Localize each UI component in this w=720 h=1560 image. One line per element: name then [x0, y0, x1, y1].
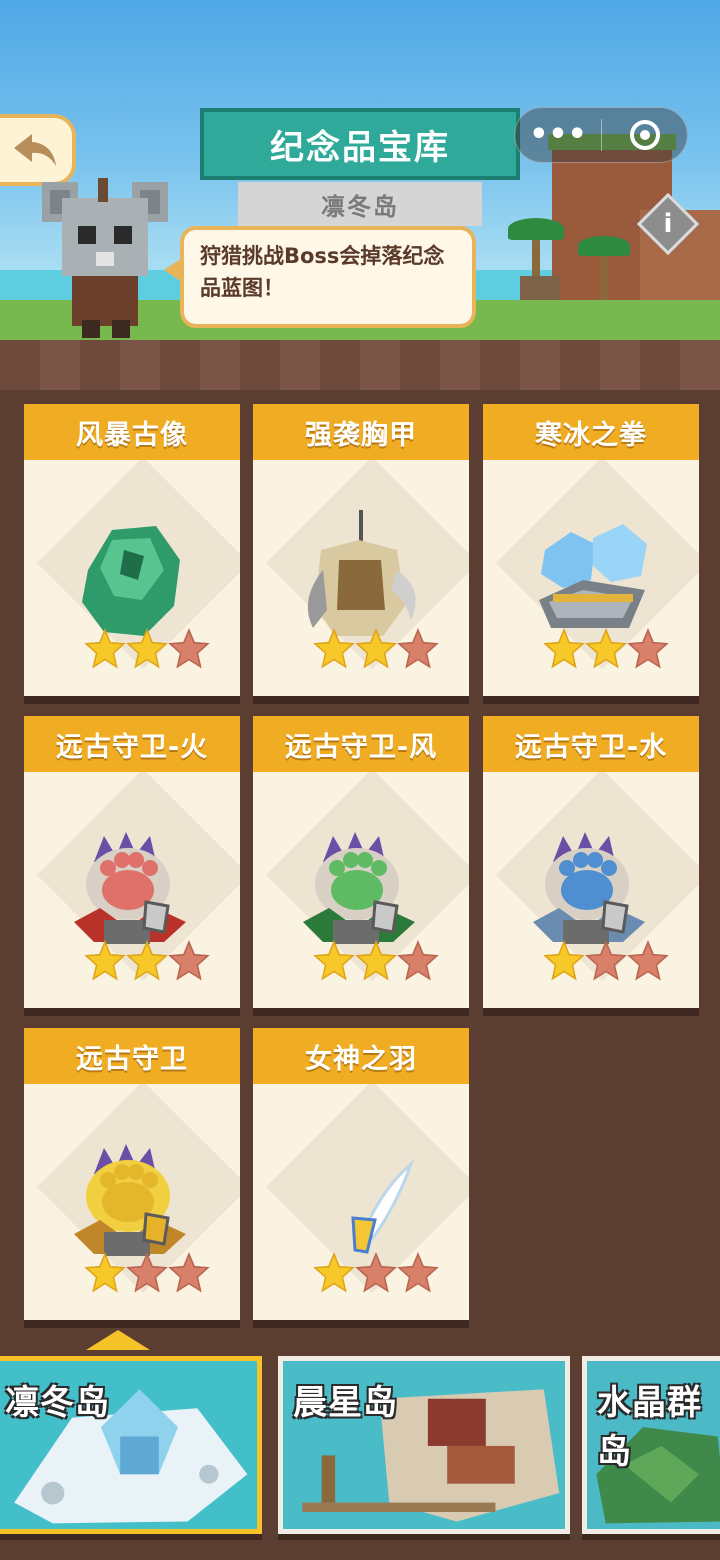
souvenir-card-body: [253, 460, 469, 696]
star-empty-icon: [168, 628, 210, 674]
star-rating: [543, 628, 669, 674]
island-name: 水晶群岛: [597, 1383, 702, 1472]
souvenir-card[interactable]: 强袭胸甲: [253, 404, 469, 696]
star-filled-icon: [543, 628, 585, 674]
souvenir-card-body: [253, 772, 469, 1008]
souvenir-card-title: 远古守卫-火: [24, 716, 240, 772]
active-tab-arrow: [86, 1330, 150, 1350]
souvenir-card-title: 远古守卫-风: [253, 716, 469, 772]
souvenir-card-body: [483, 460, 699, 696]
star-filled-icon: [585, 628, 627, 674]
star-filled-icon: [84, 940, 126, 986]
star-rating: [84, 1252, 210, 1298]
star-filled-icon: [84, 1252, 126, 1298]
star-rating: [543, 940, 669, 986]
souvenir-card-title: 远古守卫-水: [483, 716, 699, 772]
star-empty-icon: [168, 940, 210, 986]
souvenir-card-body: [24, 772, 240, 1008]
star-rating: [84, 940, 210, 986]
souvenir-card-title: 强袭胸甲: [253, 404, 469, 460]
star-filled-icon: [84, 628, 126, 674]
star-filled-icon: [126, 940, 168, 986]
star-empty-icon: [585, 940, 627, 986]
island-tab-winter[interactable]: 凛冬岛: [0, 1356, 262, 1534]
palm-leaves: [508, 218, 564, 240]
star-empty-icon: [355, 1252, 397, 1298]
island-tab-morningstar[interactable]: 晨星岛: [278, 1356, 570, 1534]
island-name: 凛冬岛: [5, 1383, 110, 1423]
souvenir-card-body: [24, 1084, 240, 1320]
star-empty-icon: [397, 1252, 439, 1298]
souvenir-card[interactable]: 风暴古像: [24, 404, 240, 696]
miniprogram-capsule: •••: [514, 107, 688, 163]
star-empty-icon: [397, 940, 439, 986]
souvenir-card-body: [483, 772, 699, 1008]
star-rating: [313, 628, 439, 674]
star-rating: [313, 940, 439, 986]
dirt-band: [0, 340, 720, 390]
souvenir-card[interactable]: 远古守卫-水: [483, 716, 699, 1008]
close-miniprogram-button[interactable]: [602, 120, 687, 150]
souvenir-card[interactable]: 远古守卫-火: [24, 716, 240, 1008]
star-filled-icon: [543, 940, 585, 986]
hint-speech-bubble: 狩猎挑战Boss会掉落纪念品蓝图！: [164, 226, 476, 328]
star-empty-icon: [627, 940, 669, 986]
star-filled-icon: [313, 628, 355, 674]
page-title: 纪念品宝库: [180, 108, 540, 190]
star-filled-icon: [313, 940, 355, 986]
souvenir-card-title: 女神之羽: [253, 1028, 469, 1084]
island-name: 晨星岛: [293, 1383, 398, 1423]
info-icon: i: [663, 209, 673, 239]
close-circle-icon: [629, 120, 660, 150]
souvenir-card[interactable]: 寒冰之拳: [483, 404, 699, 696]
star-empty-icon: [627, 628, 669, 674]
souvenir-card-title: 风暴古像: [24, 404, 240, 460]
star-filled-icon: [355, 628, 397, 674]
souvenir-card-body: [253, 1084, 469, 1320]
back-arrow-icon: [14, 134, 56, 166]
souvenir-card[interactable]: 远古守卫-风: [253, 716, 469, 1008]
star-filled-icon: [355, 940, 397, 986]
star-filled-icon: [126, 628, 168, 674]
star-empty-icon: [397, 628, 439, 674]
star-rating: [313, 1252, 439, 1298]
more-menu-button[interactable]: •••: [515, 107, 601, 163]
star-empty-icon: [168, 1252, 210, 1298]
souvenir-card[interactable]: 远古守卫: [24, 1028, 240, 1320]
star-rating: [84, 628, 210, 674]
star-filled-icon: [313, 1252, 355, 1298]
souvenir-card-body: [24, 460, 240, 696]
star-empty-icon: [126, 1252, 168, 1298]
souvenir-card-title: 远古守卫: [24, 1028, 240, 1084]
island-subtitle: 凛冬岛: [238, 182, 482, 226]
mouse-mascot-icon: [42, 178, 168, 338]
souvenir-card-title: 寒冰之拳: [483, 404, 699, 460]
souvenir-card[interactable]: 女神之羽: [253, 1028, 469, 1320]
island-tab-crystal[interactable]: 水晶群岛: [582, 1356, 720, 1534]
palm-leaves: [578, 236, 630, 256]
